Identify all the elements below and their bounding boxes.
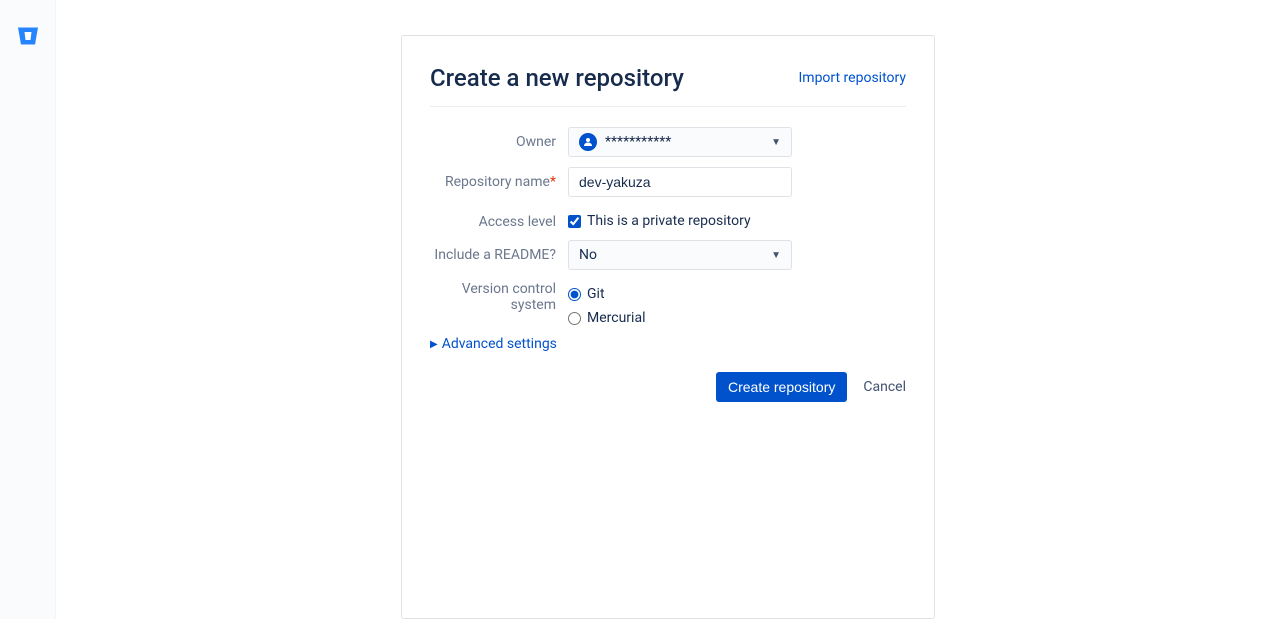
repo-name-control: [568, 167, 906, 197]
access-level-row: Access level This is a private repositor…: [430, 207, 906, 230]
repo-name-label: Repository name*: [430, 167, 568, 197]
required-asterisk: *: [550, 174, 556, 190]
vcs-row: Version control system Git Mercurial: [430, 280, 906, 326]
owner-row: Owner *********** ▼: [430, 127, 906, 157]
chevron-right-icon: ▶: [430, 339, 438, 350]
vcs-git-label: Git: [587, 286, 605, 302]
owner-avatar-icon: [579, 133, 597, 151]
import-repository-link[interactable]: Import repository: [798, 70, 906, 86]
owner-select[interactable]: *********** ▼: [568, 127, 792, 157]
vcs-mercurial-row[interactable]: Mercurial: [568, 310, 906, 326]
chevron-down-icon: ▼: [771, 250, 781, 261]
vcs-git-row[interactable]: Git: [568, 286, 906, 302]
readme-value: No: [579, 247, 597, 263]
vcs-radio-group: Git Mercurial: [568, 280, 906, 326]
readme-label: Include a README?: [430, 240, 568, 270]
vcs-git-radio[interactable]: [568, 288, 581, 301]
readme-control: No ▼: [568, 240, 906, 270]
vcs-label: Version control system: [430, 280, 568, 326]
owner-label: Owner: [430, 127, 568, 157]
repository-name-input[interactable]: [568, 167, 792, 197]
global-left-rail: [0, 0, 56, 619]
repo-name-row: Repository name*: [430, 167, 906, 197]
cancel-link[interactable]: Cancel: [863, 379, 906, 395]
readme-select[interactable]: No ▼: [568, 240, 792, 270]
access-level-label: Access level: [430, 207, 568, 230]
vcs-mercurial-radio[interactable]: [568, 312, 581, 325]
access-level-control: This is a private repository: [568, 207, 906, 230]
create-repository-button[interactable]: Create repository: [716, 372, 847, 402]
private-checkbox-label: This is a private repository: [587, 213, 751, 229]
create-repo-panel: Create a new repository Import repositor…: [401, 35, 935, 619]
page-title: Create a new repository: [430, 64, 684, 92]
private-checkbox[interactable]: [568, 215, 581, 228]
chevron-down-icon: ▼: [771, 137, 781, 148]
bitbucket-logo-icon[interactable]: [16, 24, 40, 48]
owner-control: *********** ▼: [568, 127, 906, 157]
vcs-mercurial-label: Mercurial: [587, 310, 645, 326]
private-checkbox-row[interactable]: This is a private repository: [568, 207, 906, 229]
readme-row: Include a README? No ▼: [430, 240, 906, 270]
owner-value: ***********: [605, 134, 671, 150]
advanced-settings-toggle[interactable]: ▶ Advanced settings: [430, 336, 906, 352]
panel-header: Create a new repository Import repositor…: [430, 64, 906, 107]
form-actions: Create repository Cancel: [430, 372, 906, 402]
main-content: Create a new repository Import repositor…: [56, 0, 1280, 619]
vcs-control: Git Mercurial: [568, 280, 906, 326]
advanced-settings-label: Advanced settings: [442, 336, 557, 352]
